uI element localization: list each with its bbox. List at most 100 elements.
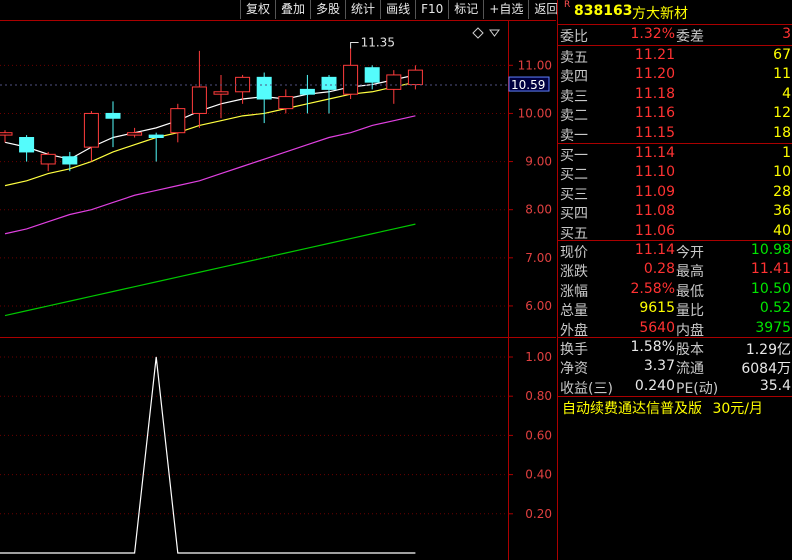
toolbar-button[interactable]: 多股 <box>310 0 346 19</box>
indicator-line <box>0 356 416 554</box>
toolbar-button[interactable]: 统计 <box>345 0 381 19</box>
quote-row: 外盘 5640 内盘 3975 <box>558 319 792 339</box>
sell-row[interactable]: 卖二 11.16 12 <box>558 104 792 124</box>
candle-body <box>256 76 272 100</box>
sell-volume: 11 <box>773 66 791 83</box>
buy-volume: 40 <box>773 222 791 239</box>
stock-name[interactable]: 方大新材 <box>632 3 688 23</box>
fin-value: 6084万 <box>741 361 791 378</box>
sell-row[interactable]: 卖五 11.21 67 <box>558 46 792 66</box>
quote-label: 总量 <box>560 303 588 320</box>
wb-value: 1.32% <box>630 26 675 42</box>
price-tick-label: 7.00 <box>525 251 552 265</box>
fin-label: 换手 <box>560 342 588 358</box>
fin-label: 流通 <box>676 361 704 378</box>
sell-price: 11.15 <box>634 124 675 141</box>
fin-label: 收益(三) <box>560 380 613 397</box>
quote-label: 现价 <box>560 245 588 261</box>
buy-price: 11.06 <box>634 222 675 239</box>
quote-value: 0.52 <box>759 300 791 317</box>
high-price-label: 11.35 <box>361 35 395 49</box>
quote-value: 11.41 <box>750 261 791 278</box>
sell-label: 卖三 <box>560 88 588 105</box>
fin-label: 净资 <box>560 361 588 378</box>
candle-body <box>278 96 294 110</box>
stock-header: R 838163 方大新材 <box>558 0 792 25</box>
buy-price: 11.14 <box>634 145 675 161</box>
fin-value: 1.29亿 <box>745 342 791 358</box>
toolbar-button[interactable]: 复权 <box>240 0 276 19</box>
sell-row[interactable]: 卖三 11.18 4 <box>558 85 792 105</box>
candle-body <box>19 137 35 153</box>
buy-volume: 36 <box>773 203 791 220</box>
buy-row[interactable]: 买三 11.09 28 <box>558 183 792 203</box>
toolbar-button[interactable]: F10 <box>415 0 449 19</box>
buy-label: 买二 <box>560 167 588 184</box>
quote-value: 3975 <box>755 319 791 336</box>
sell-label: 卖四 <box>560 69 588 86</box>
candle-body <box>235 76 251 93</box>
buy-row[interactable]: 买一 11.14 1 <box>558 144 792 164</box>
promo-text: 自动续费通达信普及版 <box>562 401 702 417</box>
ma20-line <box>4 115 416 235</box>
quote-label: 涨跌 <box>560 264 588 281</box>
chart-canvas[interactable]: 11.00 10.00 9.00 8.00 7.00 6.00 11.35 10.59 1.00… <box>0 0 556 560</box>
buy-label: 买四 <box>560 206 588 223</box>
buy-row[interactable]: 买五 11.06 40 <box>558 222 792 242</box>
sell-label: 卖五 <box>560 50 588 66</box>
toolbar-button[interactable]: +自选 <box>483 0 529 19</box>
sell-price: 11.21 <box>634 47 675 63</box>
sell-volume: 67 <box>773 47 791 63</box>
buy-volume: 1 <box>782 145 791 161</box>
candle-body <box>0 132 13 136</box>
toolbar-button[interactable]: 标记 <box>448 0 484 19</box>
sell-label: 卖二 <box>560 108 588 125</box>
quote-row: 涨幅 2.58% 最低 10.50 <box>558 280 792 300</box>
quote-value: 2.58% <box>630 280 675 297</box>
fin-value: 3.37 <box>643 358 675 375</box>
fin-value: 1.58% <box>630 339 675 355</box>
sell-volume: 4 <box>782 85 791 102</box>
promo-banner[interactable]: 自动续费通达信普及版 30元/月 <box>562 398 763 418</box>
buy-row[interactable]: 买二 11.10 10 <box>558 163 792 183</box>
sell-row[interactable]: 卖一 11.15 18 <box>558 124 792 144</box>
candle-body <box>213 91 229 95</box>
price-tick-label: 10.00 <box>518 106 552 120</box>
buy-label: 买三 <box>560 186 588 203</box>
wb-label: 委比 <box>560 29 588 45</box>
fin-label: 股本 <box>676 342 704 358</box>
toolbar-button[interactable]: 画线 <box>380 0 416 19</box>
ind-tick-label: 1.00 <box>525 350 552 364</box>
sell-price: 11.18 <box>634 85 675 102</box>
fin-row: 换手 1.58% 股本 1.29亿 <box>558 338 792 358</box>
quote-value: 10.98 <box>750 242 791 258</box>
buy-volume: 28 <box>773 183 791 200</box>
candle-body <box>40 153 56 165</box>
sell-row[interactable]: 卖四 11.20 11 <box>558 65 792 85</box>
fin-label: PE(动) <box>676 380 719 397</box>
buy-row[interactable]: 买四 11.08 36 <box>558 202 792 222</box>
candle-body <box>191 86 207 114</box>
quote-value: 9615 <box>639 300 675 317</box>
toolbar-button[interactable]: 叠加 <box>275 0 311 19</box>
candle-body <box>148 134 164 138</box>
price-tick-label: 8.00 <box>525 203 552 217</box>
wc-value: 3 <box>782 26 791 42</box>
ind-tick-label: 0.60 <box>525 428 552 442</box>
kline-chart[interactable]: 11.00 10.00 9.00 8.00 7.00 6.00 11.35 10.59 1.00… <box>0 0 556 560</box>
ma10-line <box>4 81 416 187</box>
candle-body <box>127 132 143 136</box>
ind-tick-label: 0.20 <box>525 507 552 521</box>
quote-panel: R 838163 方大新材 委比 1.32% 委差 3 卖五 11.21 67 卖四 1… <box>557 0 792 560</box>
ma60-line <box>4 223 416 317</box>
candle-body <box>407 69 423 86</box>
candle-body <box>343 64 359 95</box>
buy-price: 11.08 <box>634 203 675 220</box>
quote-value: 10.50 <box>750 280 791 297</box>
buy-label: 买一 <box>560 148 588 164</box>
stock-code[interactable]: 838163 <box>574 3 632 19</box>
candle-body <box>105 112 121 119</box>
price-tick-label: 11.00 <box>518 58 552 72</box>
quote-row: 涨跌 0.28 最高 11.41 <box>558 260 792 280</box>
quote-label: 量比 <box>676 303 704 320</box>
